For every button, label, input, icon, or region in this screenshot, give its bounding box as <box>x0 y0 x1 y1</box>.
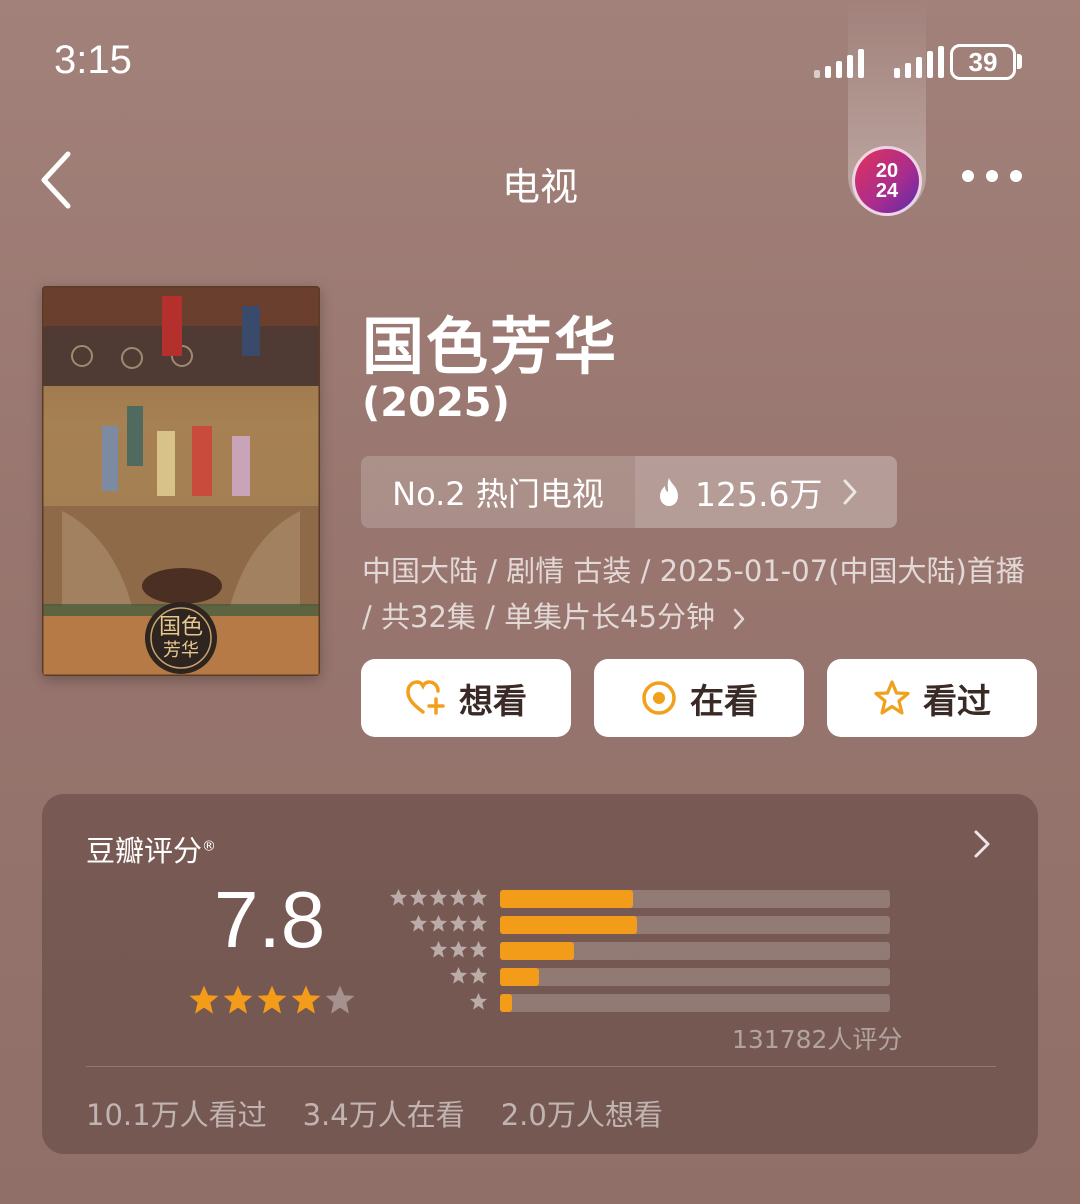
distribution-row <box>388 964 898 990</box>
meta-text: 中国大陆 / 剧情 古装 / 2025-01-07(中国大陆)首播 / 共32集… <box>362 554 1025 634</box>
distribution-track <box>500 994 890 1012</box>
star-icon <box>409 888 428 906</box>
registered-mark: ® <box>202 838 217 855</box>
rating-score: 7.8 <box>214 875 326 964</box>
battery-tip <box>1017 54 1022 69</box>
signal-icon <box>814 46 864 78</box>
distribution-row <box>388 938 898 964</box>
badge-top-text: 20 <box>875 160 899 182</box>
distribution-stars <box>429 940 488 959</box>
star-icon <box>874 680 910 715</box>
rating-label: 豆瓣评分® <box>86 828 216 870</box>
distribution-stars <box>449 966 488 985</box>
star-icon <box>389 888 408 906</box>
star-icon <box>449 914 468 932</box>
distribution-bar <box>500 916 637 934</box>
rating-stars <box>188 984 356 1016</box>
star-icon <box>429 940 448 958</box>
watching-button[interactable]: 在看 <box>594 659 804 737</box>
star-icon <box>189 985 219 1014</box>
chevron-right-icon <box>733 608 745 630</box>
watched-label: 看过 <box>923 681 991 722</box>
distribution-bar <box>500 942 575 960</box>
distribution-stars <box>409 914 488 933</box>
star-icon <box>469 966 488 984</box>
distribution-track <box>500 968 890 986</box>
distribution-stars <box>389 888 488 907</box>
distribution-bar <box>500 890 633 908</box>
star-icon <box>469 888 488 906</box>
rating-label-text: 豆瓣评分 <box>86 834 203 868</box>
watched-button[interactable]: 看过 <box>827 659 1037 737</box>
star-icon <box>257 985 287 1014</box>
heat-button[interactable]: 125.6万 <box>635 456 897 528</box>
rating-card[interactable]: 豆瓣评分® 7.8 131782人评分 10.1万人看过 3.4万人在看 2.0… <box>42 794 1038 1154</box>
distribution-row <box>388 912 898 938</box>
star-icon <box>449 966 468 984</box>
distribution-track <box>500 890 890 908</box>
movie-year: (2025) <box>362 380 510 426</box>
star-icon <box>469 992 488 1010</box>
movie-meta[interactable]: 中国大陆 / 剧情 古装 / 2025-01-07(中国大陆)首播 / 共32集… <box>362 548 1042 640</box>
more-icon[interactable] <box>962 170 1022 182</box>
star-icon <box>449 940 468 958</box>
star-icon <box>325 985 355 1014</box>
want-button[interactable]: 想看 <box>361 659 571 737</box>
star-icon <box>469 914 488 932</box>
star-icon <box>429 914 448 932</box>
fire-icon <box>660 478 678 506</box>
distribution-track <box>500 942 890 960</box>
star-icon <box>429 888 448 906</box>
want-label: 想看 <box>459 681 527 722</box>
watching-label: 在看 <box>690 681 758 722</box>
movie-title: 国色芳华 <box>362 310 619 383</box>
poster-logo: 国色 <box>159 615 203 640</box>
star-icon <box>291 985 321 1014</box>
battery-level: 39 <box>968 46 998 77</box>
badge-bottom-text: 24 <box>875 180 899 202</box>
distribution-stars <box>469 992 488 1011</box>
rating-count: 131782人评分 <box>732 1025 903 1054</box>
stat-watched: 10.1万人看过 <box>86 1098 267 1132</box>
heat-value: 125.6万 <box>695 475 823 514</box>
watch-stats: 10.1万人看过 3.4万人在看 2.0万人想看 <box>86 1092 663 1134</box>
year-review-badge[interactable]: 20 24 <box>852 146 922 216</box>
rank-label[interactable]: No.2 热门电视 <box>361 456 635 528</box>
star-icon <box>223 985 253 1014</box>
stat-want: 2.0万人想看 <box>500 1098 663 1132</box>
stat-watching: 3.4万人在看 <box>302 1098 465 1132</box>
star-icon <box>409 914 428 932</box>
rank-banner[interactable]: No.2 热门电视 125.6万 <box>361 456 897 528</box>
distribution-row <box>388 990 898 1016</box>
heart-plus-icon <box>406 680 445 715</box>
distribution-track <box>500 916 890 934</box>
distribution-bar <box>500 994 512 1012</box>
status-bar: 3:15 39 <box>0 0 1080 215</box>
distribution-row <box>388 886 898 912</box>
target-icon <box>642 681 676 715</box>
divider <box>86 1066 996 1067</box>
distribution-bar <box>500 968 539 986</box>
status-time: 3:15 <box>54 38 132 82</box>
star-icon <box>449 888 468 906</box>
battery-icon: 39 <box>950 44 1016 80</box>
poster-image[interactable]: 国色 芳华 <box>42 286 320 676</box>
signal-icon <box>894 46 944 78</box>
poster-artwork: 国色 芳华 <box>42 286 320 676</box>
chevron-right-icon[interactable] <box>972 828 992 860</box>
rating-distribution <box>388 886 898 1016</box>
poster-logo-2: 芳华 <box>163 640 199 661</box>
star-icon <box>469 940 488 958</box>
chevron-right-icon <box>843 479 857 505</box>
